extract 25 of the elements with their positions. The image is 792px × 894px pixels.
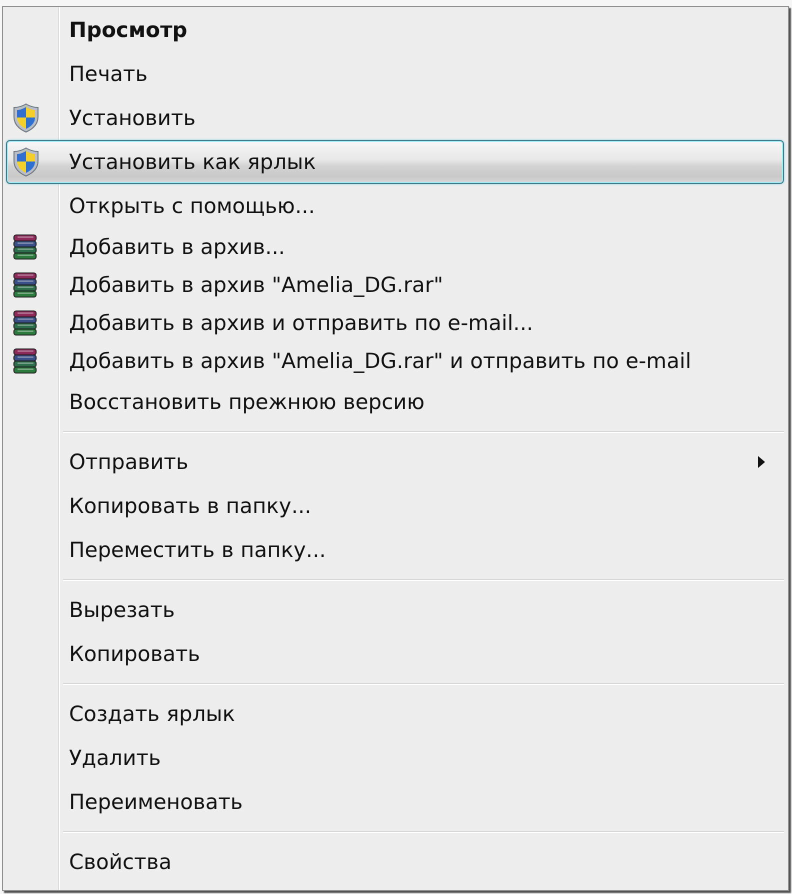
- shield-icon: [12, 103, 40, 133]
- menu-item[interactable]: Переместить в папку...: [6, 528, 784, 572]
- menu-item[interactable]: Вырезать: [6, 588, 784, 632]
- menu-item[interactable]: Добавить в архив...: [6, 228, 784, 266]
- menu-item[interactable]: Отправить: [6, 440, 784, 484]
- shield-icon: [12, 147, 40, 177]
- menu-item[interactable]: Добавить в архив и отправить по e-mail...: [6, 304, 784, 342]
- menu-item[interactable]: Создать ярлык: [6, 692, 784, 736]
- menu-item[interactable]: Копировать в папку...: [6, 484, 784, 528]
- menu-item[interactable]: Открыть с помощью...: [6, 184, 784, 228]
- menu-item[interactable]: Добавить в архив "Amelia_DG.rar" и отправить по e-mail: [6, 342, 784, 380]
- book-stack-icon: [12, 234, 38, 260]
- menu-item[interactable]: Копировать: [6, 632, 784, 676]
- book-stack-icon: [12, 272, 38, 298]
- book-stack-icon: [12, 348, 38, 374]
- menu-item[interactable]: Добавить в архив "Amelia_DG.rar": [6, 266, 784, 304]
- menu-item[interactable]: Удалить: [6, 736, 784, 780]
- menu-item[interactable]: Свойства: [6, 840, 784, 884]
- book-stack-icon: [12, 310, 38, 336]
- menu-item[interactable]: Установить как ярлык: [6, 140, 784, 184]
- menu-item[interactable]: Переименовать: [6, 780, 784, 824]
- menu-item[interactable]: Печать: [6, 52, 784, 96]
- menu-item[interactable]: Восстановить прежнюю версию: [6, 380, 784, 424]
- menu-item[interactable]: Установить: [6, 96, 784, 140]
- menu-item[interactable]: Просмотр: [6, 8, 784, 52]
